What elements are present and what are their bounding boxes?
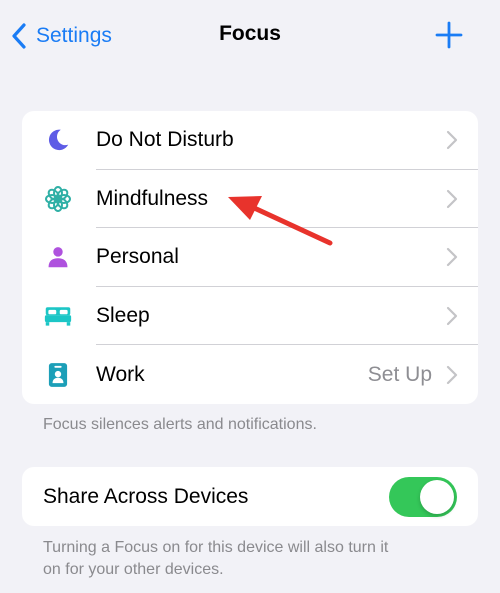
- focus-item-label: Work: [96, 362, 145, 386]
- focus-item-mindfulness[interactable]: Mindfulness: [22, 170, 478, 229]
- setup-status-label: Set Up: [367, 362, 432, 386]
- share-across-devices-toggle[interactable]: [389, 476, 457, 517]
- chevron-right-icon: [446, 306, 458, 326]
- focus-item-sleep[interactable]: Sleep: [22, 287, 478, 346]
- flower-icon: [44, 185, 72, 213]
- badge-icon: [44, 361, 72, 389]
- person-icon: [44, 243, 72, 271]
- chevron-right-icon: [446, 131, 458, 150]
- share-footnote-line-1: Turning a Focus on for this device will …: [43, 539, 389, 556]
- share-across-devices-row: Share Across Devices: [22, 467, 478, 526]
- focus-item-do-not-disturb[interactable]: Do Not Disturb: [22, 111, 478, 170]
- focus-item-work[interactable]: Work Set Up: [22, 345, 478, 404]
- bed-icon: [44, 302, 72, 330]
- plus-icon[interactable]: [434, 20, 464, 50]
- toggle-knob: [420, 479, 454, 514]
- page-title: Focus: [219, 22, 281, 45]
- focus-list: Do Not Disturb Mindfulness Personal Slee…: [22, 111, 478, 404]
- chevron-right-icon: [446, 365, 458, 384]
- focus-item-label: Sleep: [96, 304, 150, 328]
- focus-item-label: Do Not Disturb: [96, 128, 234, 152]
- focus-footnote: Focus silences alerts and notifications.: [43, 416, 317, 433]
- share-across-devices-label: Share Across Devices: [43, 484, 249, 508]
- navigation-bar: Settings Focus: [0, 0, 500, 72]
- share-footnote-line-2: on for your other devices.: [43, 561, 224, 578]
- chevron-right-icon: [446, 248, 458, 267]
- moon-icon: [44, 126, 72, 154]
- focus-item-personal[interactable]: Personal: [22, 228, 478, 287]
- focus-item-label: Personal: [96, 245, 179, 269]
- share-footnote: Turning a Focus on for this device will …: [43, 537, 463, 581]
- focus-item-label: Mindfulness: [96, 186, 209, 210]
- chevron-right-icon: [446, 189, 458, 208]
